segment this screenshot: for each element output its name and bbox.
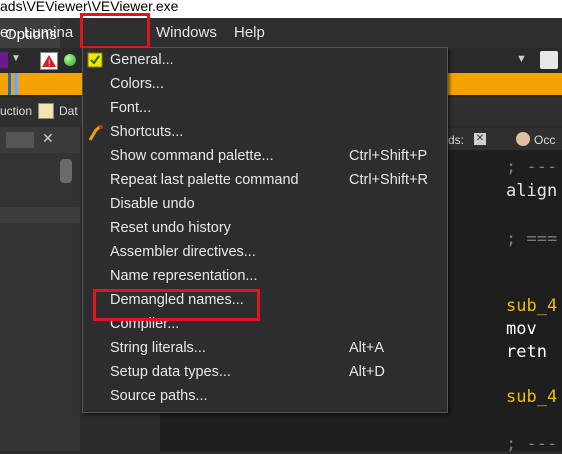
code-instruction: retn [506, 342, 547, 362]
menu-item-disable-undo[interactable]: Disable undo [83, 193, 447, 217]
menu-options[interactable]: Options [0, 18, 60, 48]
menu-item-source-paths[interactable]: Source paths... [83, 385, 447, 409]
left-panel: ✕ [0, 127, 80, 451]
menu-help[interactable]: Help [234, 24, 265, 41]
close-icon[interactable]: ✕ [42, 130, 54, 147]
color-swatch-icon[interactable] [0, 52, 8, 68]
dropdown-arrow-right-icon[interactable]: ▼ [516, 53, 527, 65]
menu-options-label: Options [5, 26, 57, 43]
nav-marker [8, 73, 11, 95]
tab-label[interactable]: ds: [448, 133, 464, 147]
legend-label-data: Dat [59, 104, 78, 118]
code-label[interactable]: sub_4 [506, 296, 557, 316]
menu-item-general[interactable]: General... [83, 49, 447, 73]
menu-item-font[interactable]: Font... [83, 97, 447, 121]
menu-windows[interactable]: Windows [156, 24, 217, 41]
options-menu-highlight [80, 13, 150, 49]
menu-item-shortcuts[interactable]: Shortcuts... [83, 121, 447, 145]
dropdown-arrow-icon[interactable]: ▼ [11, 53, 21, 64]
svg-text:!: ! [48, 59, 52, 69]
code-comment: ; --- [506, 434, 558, 454]
panel-header: ✕ [0, 127, 80, 153]
nav-marker [14, 73, 18, 95]
menu-item-name-representation[interactable]: Name representation... [83, 265, 447, 289]
code-label[interactable]: sub_4 [506, 387, 557, 407]
shortcuts-icon [87, 124, 103, 141]
green-status-icon[interactable] [64, 54, 76, 66]
code-comment: ; === [506, 229, 558, 249]
options-dropdown-menu: General... Colors... Font... Shortcuts..… [82, 47, 448, 413]
menu-item-colors[interactable]: Colors... [83, 73, 447, 97]
code-instruction: mov [506, 319, 537, 339]
menu-item-setup-data-types[interactable]: Setup data types... Alt+D [83, 361, 447, 385]
code-directive: align [506, 181, 558, 201]
menu-item-repeat-palette-command[interactable]: Repeat last palette command Ctrl+Shift+R [83, 169, 447, 193]
restore-icon[interactable] [6, 132, 34, 148]
menu-item-assembler-directives[interactable]: Assembler directives... [83, 241, 447, 265]
menu-item-reset-undo-history[interactable]: Reset undo history [83, 217, 447, 241]
tool-icon[interactable] [540, 51, 558, 69]
legend-label-instruction: uction [0, 104, 33, 118]
tab-strip: ds: ✕ Occ [446, 128, 562, 152]
window-title: ads\VEViewer\VEViewer.exe [0, 0, 179, 14]
legend-data-swatch [38, 103, 54, 119]
tab-label-occ[interactable]: Occ [534, 133, 555, 147]
warning-icon[interactable]: ! [40, 52, 58, 70]
code-comment: ; --- [506, 157, 558, 177]
menu-item-string-literals[interactable]: String literals... Alt+A [83, 337, 447, 361]
general-settings-icon [87, 52, 103, 68]
menu-item-show-command-palette[interactable]: Show command palette... Ctrl+Shift+P [83, 145, 447, 169]
tab-close-icon[interactable]: ✕ [474, 133, 486, 145]
occurrences-icon [516, 132, 530, 146]
panel-row [0, 207, 80, 223]
scrollbar-thumb[interactable] [60, 159, 72, 183]
demangled-names-highlight [93, 289, 260, 321]
